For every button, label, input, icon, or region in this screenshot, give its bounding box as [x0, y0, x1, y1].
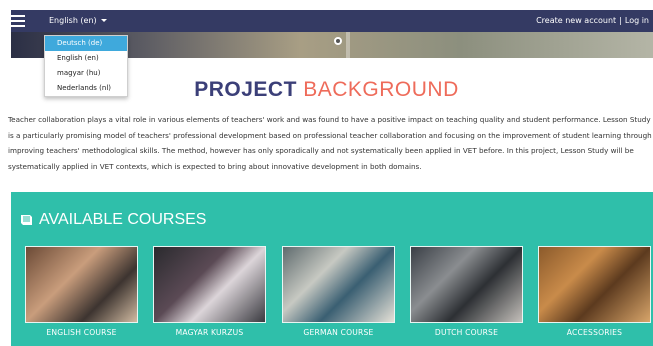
course-label[interactable]: ACCESSORIES	[538, 328, 651, 337]
course-card-magyar[interactable]: MAGYAR KURZUS	[153, 246, 266, 337]
top-navbar: English (en) Create new account | Log in	[11, 10, 653, 32]
course-label[interactable]: MAGYAR KURZUS	[153, 328, 266, 337]
course-image-magyar[interactable]	[153, 246, 266, 323]
language-option-nl[interactable]: Nederlands (nl)	[45, 81, 127, 96]
course-image-dutch[interactable]	[410, 246, 523, 323]
course-card-german[interactable]: GERMAN COURSE	[282, 246, 395, 337]
language-option-de[interactable]: Deutsch (de)	[45, 36, 127, 51]
course-image-english[interactable]	[25, 246, 138, 323]
title-project: PROJECT	[194, 78, 297, 101]
nav-separator: |	[619, 16, 622, 25]
hero-decoration	[346, 32, 350, 58]
course-card-dutch[interactable]: DUTCH COURSE	[410, 246, 523, 337]
course-label[interactable]: ENGLISH COURSE	[25, 328, 138, 337]
project-description: Teacher collaboration plays a vital role…	[8, 115, 652, 171]
available-courses-section: AVAILABLE COURSES ENGLISH COURSE MAGYAR …	[11, 192, 653, 346]
language-dropdown: Deutsch (de) English (en) magyar (hu) Ne…	[44, 35, 128, 97]
courses-heading-text: AVAILABLE COURSES	[39, 211, 207, 228]
language-selector[interactable]: English (en)	[49, 16, 107, 25]
course-image-german[interactable]	[282, 246, 395, 323]
nav-right-links: Create new account | Log in	[536, 16, 649, 25]
title-background: BACKGROUND	[303, 78, 459, 101]
create-account-link[interactable]: Create new account	[536, 16, 616, 25]
course-image-accessories[interactable]	[538, 246, 651, 323]
login-link[interactable]: Log in	[625, 16, 649, 25]
hamburger-menu-icon[interactable]	[11, 12, 29, 30]
course-card-accessories[interactable]: ACCESSORIES	[538, 246, 651, 337]
carousel-indicator[interactable]	[334, 37, 342, 45]
book-icon	[21, 215, 32, 225]
language-option-hu[interactable]: magyar (hu)	[45, 66, 127, 81]
course-label[interactable]: DUTCH COURSE	[410, 328, 523, 337]
caret-down-icon	[100, 19, 107, 22]
language-option-en[interactable]: English (en)	[45, 51, 127, 66]
course-label[interactable]: GERMAN COURSE	[282, 328, 395, 337]
course-card-english[interactable]: ENGLISH COURSE	[25, 246, 138, 337]
language-selector-label: English (en)	[49, 16, 97, 25]
courses-heading: AVAILABLE COURSES	[19, 211, 206, 229]
